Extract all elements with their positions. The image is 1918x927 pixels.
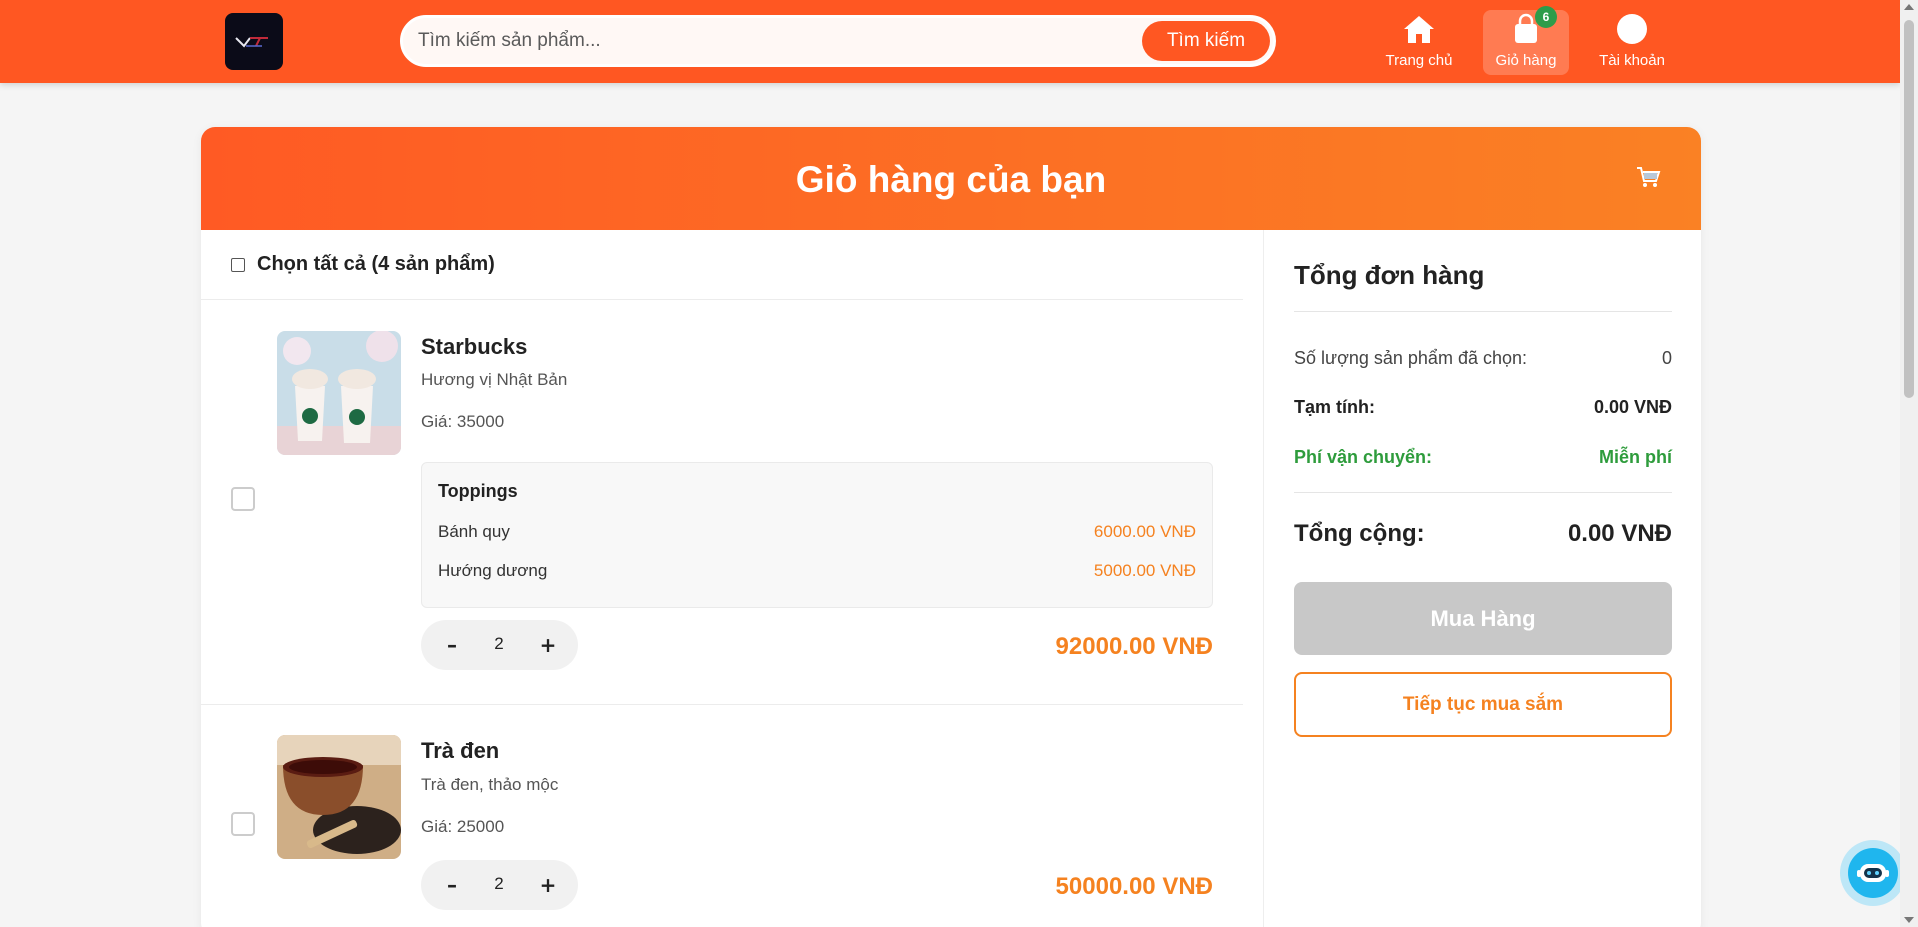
toppings-title: Toppings	[438, 481, 518, 501]
shopping-cart-icon	[1637, 167, 1661, 187]
cart-card: Giỏ hàng của bạn Chọn tất cả (4 sản phẩm…	[201, 127, 1701, 927]
search-input[interactable]	[418, 27, 1118, 55]
select-all-label: Chọn tất cả (4 sản phẩm)	[257, 253, 495, 275]
summary-divider	[1294, 492, 1672, 493]
product-description: Trà đen, thảo mộc	[421, 775, 559, 794]
logo-icon	[235, 36, 268, 48]
item-total: 92000.00 VNĐ	[1055, 633, 1213, 660]
topping-name: Bánh quy	[438, 522, 510, 541]
product-name: Starbucks	[421, 334, 528, 359]
chatbot-button[interactable]	[1840, 840, 1906, 906]
brand-logo[interactable]	[225, 13, 283, 70]
total-value: 0.00 VNĐ	[1567, 520, 1672, 547]
shipping-label: Phí vận chuyển:	[1294, 447, 1433, 467]
product-price: Giá: 35000	[421, 412, 505, 431]
subtotal-value: 0.00 VNĐ	[1593, 397, 1672, 417]
increase-quantity-button[interactable]: +	[533, 630, 563, 660]
cart-header: Giỏ hàng của bạn	[201, 127, 1701, 230]
topping-price: 6000.00 VNĐ	[1093, 522, 1196, 541]
item-total: 50000.00 VNĐ	[1055, 873, 1213, 900]
home-icon	[1404, 16, 1434, 43]
nav-home-label: Trang chủ	[1385, 52, 1453, 69]
selected-count-label: Số lượng sản phẩm đã chọn:	[1294, 348, 1527, 368]
quantity-value: 2	[494, 634, 504, 653]
shipping-value: Miễn phí	[1599, 447, 1672, 467]
buy-button[interactable]: Mua Hàng	[1294, 582, 1672, 655]
quantity-value: 2	[494, 874, 504, 893]
scrollbar-thumb[interactable]	[1904, 20, 1914, 398]
topping-price: 5000.00 VNĐ	[1093, 561, 1196, 580]
cart-title: Giỏ hàng của bạn	[795, 159, 1107, 200]
decrease-quantity-button[interactable]: –	[437, 630, 467, 660]
selected-count-value: 0	[1661, 348, 1672, 368]
quantity-stepper: – 2 +	[421, 620, 578, 670]
cart-item: Starbucks Hương vị Nhật Bản Giá: 35000 T…	[201, 300, 1243, 705]
product-image[interactable]	[277, 735, 401, 859]
nav-cart-label: Giỏ hàng	[1495, 52, 1557, 69]
continue-shopping-button[interactable]: Tiếp tục mua sắm	[1294, 672, 1672, 737]
subtotal-label: Tạm tính:	[1294, 397, 1375, 417]
quantity-stepper: – 2 +	[421, 860, 578, 910]
product-image[interactable]	[277, 331, 401, 455]
item-checkbox[interactable]	[231, 812, 255, 836]
product-description: Hương vị Nhật Bản	[421, 370, 568, 389]
nav-home[interactable]: Trang chủ	[1376, 10, 1462, 75]
search-bar: Tìm kiếm	[400, 15, 1276, 67]
item-checkbox[interactable]	[231, 487, 255, 511]
shopping-bag-icon: 6	[1509, 6, 1557, 46]
topping-name: Hướng dương	[438, 561, 548, 580]
account-icon	[1617, 14, 1647, 44]
nav-account-label: Tài khoản	[1599, 52, 1665, 69]
nav-account[interactable]: Tài khoản	[1589, 10, 1675, 75]
robot-icon	[1857, 864, 1889, 882]
summary-title: Tổng đơn hàng	[1294, 260, 1485, 290]
order-summary: Tổng đơn hàng Số lượng sản phẩm đã chọn:…	[1263, 230, 1701, 927]
search-button[interactable]: Tìm kiếm	[1142, 21, 1270, 61]
toppings-box: Toppings Bánh quy 6000.00 VNĐ Hướng dươn…	[421, 462, 1213, 608]
product-name: Trà đen	[421, 738, 500, 763]
increase-quantity-button[interactable]: +	[533, 870, 563, 900]
product-price: Giá: 25000	[421, 817, 505, 836]
top-navbar: Tìm kiếm Trang chủ 6 Giỏ hàng Tài khoản	[0, 0, 1900, 83]
scroll-down-arrow[interactable]	[1904, 917, 1914, 923]
cart-item: Trà đen Trà đen, thảo mộc Giá: 25000 – 2…	[201, 705, 1243, 927]
scroll-up-arrow[interactable]	[1904, 4, 1914, 10]
decrease-quantity-button[interactable]: –	[437, 870, 467, 900]
total-label: Tổng cộng:	[1294, 520, 1425, 547]
cart-items: Chọn tất cả (4 sản phẩm) Starbucks Hương…	[201, 230, 1243, 927]
topping-row: Bánh quy 6000.00 VNĐ	[438, 522, 1196, 546]
topping-row: Hướng dương 5000.00 VNĐ	[438, 561, 1196, 585]
cart-count-badge: 6	[1535, 6, 1557, 28]
select-all-checkbox[interactable]	[231, 257, 245, 272]
page-scrollbar[interactable]	[1900, 0, 1918, 927]
summary-divider	[1294, 311, 1672, 312]
nav-cart[interactable]: 6 Giỏ hàng	[1483, 6, 1569, 75]
select-all-row[interactable]: Chọn tất cả (4 sản phẩm)	[201, 230, 1243, 300]
